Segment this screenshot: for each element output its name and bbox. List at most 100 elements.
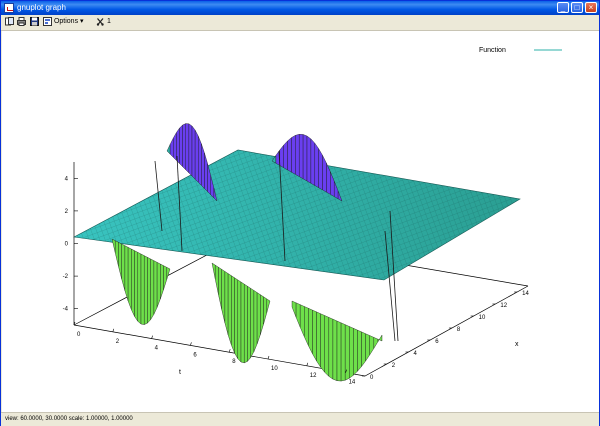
wave-strip <box>299 304 305 337</box>
wave-strip <box>131 248 135 317</box>
wave-strip <box>263 296 267 325</box>
plot-area[interactable]: 0 2 4 6 8 10 12 14 0 2 4 6 8 10 12 14 4 2 0 -2 -4 t x Func… <box>2 31 599 412</box>
wave-strip <box>287 137 292 173</box>
options-label: Options <box>53 18 79 25</box>
wave-strip <box>211 262 216 280</box>
wave-strip <box>166 144 171 155</box>
wave-strip <box>204 153 208 193</box>
wave-strip <box>369 335 375 356</box>
wave-strip <box>182 123 186 171</box>
wave-strip <box>302 134 308 182</box>
wave-strip <box>308 307 313 354</box>
x-tick-label: 4 <box>413 351 417 357</box>
t-tick-mark <box>228 349 231 353</box>
wave-strip <box>295 134 300 177</box>
z-tick-label: -4 <box>63 307 69 313</box>
floppy-disk-icon <box>30 17 39 26</box>
wave-strip <box>224 271 229 335</box>
copy-to-clipboard-button[interactable] <box>5 17 14 27</box>
t-tick-mark <box>306 362 309 366</box>
wave-strip <box>150 258 155 321</box>
x-axis-ticks: 0 2 4 6 8 10 12 14 <box>362 291 529 381</box>
options-menu-button[interactable]: Options ▾ <box>43 17 84 27</box>
wave-strip <box>256 292 261 345</box>
wave-strip <box>316 311 321 368</box>
wave-strip <box>357 329 362 372</box>
wave-strip <box>266 298 271 313</box>
wave-strip <box>320 313 325 373</box>
mouse-label: 1 <box>106 18 111 25</box>
wave-strip <box>147 257 151 324</box>
wave-strip <box>349 326 354 379</box>
wave-strip <box>312 309 317 362</box>
wave-strip <box>247 285 251 362</box>
t-tick-label: 4 <box>155 346 159 352</box>
t-tick-label: 14 <box>349 380 356 386</box>
clipboard-icon <box>5 17 14 26</box>
wave-strip <box>169 138 174 158</box>
title-bar[interactable]: gnuplot graph _ □ × <box>1 1 599 15</box>
minimize-button[interactable]: _ <box>557 2 569 13</box>
wave-strip <box>250 287 255 358</box>
x-tick-label: 6 <box>435 339 439 345</box>
wave-strip <box>304 306 309 346</box>
print-button[interactable] <box>17 17 26 27</box>
wave-strip <box>118 242 122 280</box>
t-tick-label: 8 <box>232 359 236 365</box>
wave-strip <box>237 279 242 363</box>
wave-strip <box>373 337 379 350</box>
t-tick-mark <box>267 355 270 360</box>
printer-icon <box>17 17 26 26</box>
t-tick-label: 0 <box>77 332 81 338</box>
chevron-down-icon: ▾ <box>80 18 84 25</box>
wave-strip <box>291 135 296 175</box>
wave-strip <box>318 147 323 191</box>
wave-strip <box>194 129 199 183</box>
status-text: view: 60.0000, 30.0000 scale: 1.00000, 1… <box>5 416 133 422</box>
wave-strip <box>121 243 126 291</box>
wave-strip <box>124 245 129 302</box>
mouse-toggle-button[interactable]: 1 <box>96 17 111 27</box>
wave-strip <box>332 318 338 381</box>
x-axis-label: x <box>515 341 519 348</box>
wave-strip <box>328 317 334 380</box>
wave-strip <box>306 135 312 184</box>
wave-strip <box>340 322 346 382</box>
gnuplot-window: gnuplot graph _ □ × Options ▾ 1 0 2 4 6 … <box>0 0 600 426</box>
wave-strip <box>240 281 245 364</box>
wave-strip <box>215 264 219 295</box>
wave-strip <box>185 123 190 174</box>
wave-strip <box>365 333 370 362</box>
maximize-button[interactable]: □ <box>571 2 583 13</box>
wave-strip <box>134 250 138 322</box>
wave-strip <box>295 302 301 328</box>
legend-label: Function <box>479 47 506 54</box>
wave-strip <box>221 268 226 323</box>
window-title: gnuplot graph <box>17 3 66 12</box>
wave-strip <box>377 334 383 343</box>
wave-strip <box>283 140 288 171</box>
wave-strip <box>201 143 205 189</box>
x-tick-label: 12 <box>500 303 507 309</box>
z-tick-label: 0 <box>65 242 69 248</box>
mouse-pointer-icon <box>96 18 104 26</box>
wave-strip <box>336 320 342 382</box>
close-button[interactable]: × <box>585 2 597 13</box>
wave-strip <box>361 331 366 368</box>
x-tick-label: 14 <box>522 291 529 297</box>
wave-strip <box>160 263 164 300</box>
wave-strip <box>191 125 196 180</box>
wave-strip <box>234 277 238 360</box>
wave-strip <box>299 134 304 180</box>
x-tick-label: 8 <box>457 327 461 333</box>
x-tick-label: 10 <box>479 315 486 321</box>
t-tick-label: 2 <box>116 339 120 345</box>
save-button[interactable] <box>30 17 39 27</box>
toolbar: Options ▾ 1 <box>1 15 599 31</box>
wave-strip <box>115 240 119 267</box>
wave-strip <box>314 142 319 189</box>
wave-strip <box>218 266 222 310</box>
t-tick-label: 12 <box>310 373 317 379</box>
z-tick-label: 4 <box>65 176 69 182</box>
app-icon <box>4 3 14 13</box>
